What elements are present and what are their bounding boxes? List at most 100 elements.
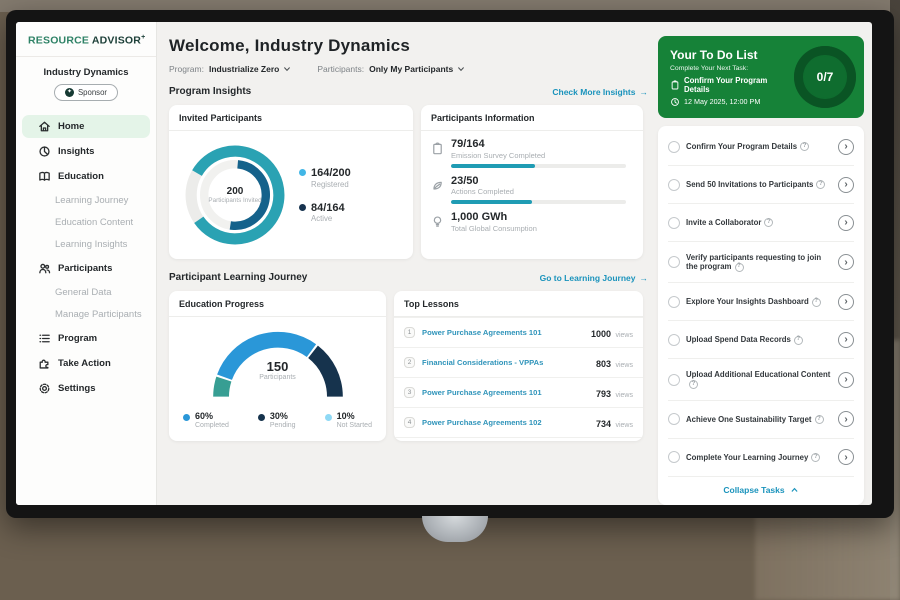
sidebar-item-education[interactable]: Education — [22, 165, 150, 188]
task-label: Upload Additional Educational Content — [686, 370, 830, 379]
task-row-complete-learning-journey: Complete Your Learning Journey? › — [668, 439, 854, 477]
task-checkbox[interactable] — [668, 451, 680, 463]
task-open-button[interactable]: › — [838, 215, 854, 231]
stat-label: Actions Completed — [451, 187, 626, 196]
pending-pct: 30% — [270, 412, 296, 422]
task-info-icon[interactable]: ? — [689, 380, 698, 389]
lesson-rank: 1 — [404, 327, 415, 338]
task-info-icon[interactable]: ? — [794, 336, 803, 345]
task-info-icon[interactable]: ? — [811, 453, 820, 462]
task-open-button[interactable]: › — [838, 177, 854, 193]
task-info-icon[interactable]: ? — [816, 180, 825, 189]
stat-value: 79/164 — [451, 138, 626, 151]
task-open-button[interactable]: › — [838, 411, 854, 427]
task-info-icon[interactable]: ? — [815, 415, 824, 424]
task-checkbox[interactable] — [668, 374, 680, 386]
active-value: 84/164 — [311, 202, 345, 214]
task-checkbox[interactable] — [668, 141, 680, 153]
logo-part-resource: RESOURCE — [28, 35, 89, 47]
task-checkbox[interactable] — [668, 256, 680, 268]
todo-summary-card: Your To Do List Complete Your Next Task:… — [658, 36, 864, 118]
task-row-invite-collaborator: Invite a Collaborator? › — [668, 204, 854, 242]
gauge-center-label: Participants — [203, 374, 353, 381]
task-open-button[interactable]: › — [838, 449, 854, 465]
sidebar-item-take-action[interactable]: Take Action — [22, 352, 150, 375]
task-checkbox[interactable] — [668, 217, 680, 229]
task-label: Explore Your Insights Dashboard — [686, 297, 809, 306]
task-open-button[interactable]: › — [838, 254, 854, 270]
lesson-views-suffix: views — [615, 422, 633, 429]
collapse-tasks-link[interactable]: Collapse Tasks — [668, 477, 854, 499]
task-row-send-invitations: Send 50 Invitations to Participants? › — [668, 166, 854, 204]
sidebar-item-home[interactable]: Home — [22, 115, 150, 138]
insights-icon — [38, 145, 51, 158]
lesson-row: 2 Financial Considerations - VPPAs 803 v… — [394, 347, 643, 377]
lesson-title-link[interactable]: Power Purchase Agreements 101 — [422, 388, 589, 397]
todo-subtitle: Complete Your Next Task: — [670, 65, 790, 72]
main-content: Welcome, Industry Dynamics Program: Indu… — [157, 22, 658, 505]
lesson-row: 4 Power Purchase Agreements 102 734 view… — [394, 407, 643, 437]
arrow-right-icon: → — [640, 87, 649, 97]
lesson-views-suffix: views — [615, 362, 633, 369]
card-title: Invited Participants — [169, 105, 413, 131]
task-info-icon[interactable]: ? — [800, 142, 809, 151]
dashboard-screen: RESOURCE ADVISOR+ Industry Dynamics ✦ Sp… — [16, 22, 872, 505]
lesson-title-link[interactable]: Financial Considerations - VPPAs — [422, 358, 589, 367]
task-open-button[interactable]: › — [838, 332, 854, 348]
monitor-stand — [422, 516, 488, 542]
chevron-up-icon — [790, 487, 799, 493]
check-more-insights-link[interactable]: Check More Insights → — [552, 87, 648, 97]
sidebar-item-manage-participants[interactable]: Manage Participants — [22, 304, 150, 325]
sidebar-item-participants[interactable]: Participants — [22, 257, 150, 280]
chevron-down-icon — [283, 66, 291, 72]
task-open-button[interactable]: › — [838, 372, 854, 388]
survey-icon — [431, 142, 444, 155]
task-checkbox[interactable] — [668, 296, 680, 308]
sidebar-item-settings[interactable]: Settings — [22, 377, 150, 400]
task-row-upload-educational-content: Upload Additional Educational Content? › — [668, 359, 854, 400]
donut-center-label: Participants Invited — [208, 197, 261, 205]
sidebar-menu: Home Insights Education Learning Journey… — [16, 111, 156, 400]
lesson-title-link[interactable]: Power Purchase Agreements 101 — [422, 328, 584, 337]
list-icon — [38, 332, 51, 345]
sidebar-item-insights[interactable]: Insights — [22, 140, 150, 163]
participants-dropdown[interactable]: Only My Participants — [369, 64, 465, 74]
sidebar-item-education-content[interactable]: Education Content — [22, 212, 150, 233]
lesson-title-link[interactable]: Power Purchase Agreements 102 — [422, 418, 589, 427]
task-open-button[interactable]: › — [838, 294, 854, 310]
task-label: Achieve One Sustainability Target — [686, 415, 812, 424]
lesson-rank: 2 — [404, 357, 415, 368]
sidebar-item-learning-journey[interactable]: Learning Journey — [22, 190, 150, 211]
todo-progress-count: 0/7 — [817, 70, 834, 84]
sidebar-item-label: Learning Insights — [55, 239, 127, 250]
sponsor-badge[interactable]: ✦ Sponsor — [54, 84, 118, 101]
task-checkbox[interactable] — [668, 413, 680, 425]
go-to-learning-journey-link[interactable]: Go to Learning Journey → — [540, 273, 648, 283]
sidebar-item-program[interactable]: Program — [22, 327, 150, 350]
sidebar-item-learning-insights[interactable]: Learning Insights — [22, 234, 150, 255]
sidebar: RESOURCE ADVISOR+ Industry Dynamics ✦ Sp… — [16, 22, 157, 505]
puzzle-icon — [38, 357, 51, 370]
task-label: Confirm Your Program Details — [686, 142, 797, 151]
task-info-icon[interactable]: ? — [812, 298, 821, 307]
completed-label: Completed — [195, 422, 229, 429]
lesson-views-suffix: views — [615, 332, 633, 339]
gear-icon — [38, 382, 51, 395]
task-checkbox[interactable] — [668, 334, 680, 346]
sidebar-item-label: Take Action — [58, 358, 111, 369]
task-info-icon[interactable]: ? — [735, 263, 744, 272]
lesson-views-suffix: views — [615, 392, 633, 399]
task-open-button[interactable]: › — [838, 139, 854, 155]
task-row-upload-spend-data: Upload Spend Data Records? › — [668, 321, 854, 359]
task-info-icon[interactable]: ? — [764, 218, 773, 227]
sidebar-item-general-data[interactable]: General Data — [22, 282, 150, 303]
sidebar-item-label: General Data — [55, 287, 112, 298]
logo-plus: + — [141, 34, 145, 41]
program-dropdown[interactable]: Industrialize Zero — [209, 64, 291, 74]
participants-filter: Participants: Only My Participants — [317, 64, 465, 74]
registered-label: Registered — [311, 180, 351, 189]
todo-column: Your To Do List Complete Your Next Task:… — [658, 22, 872, 505]
task-checkbox[interactable] — [668, 179, 680, 191]
registered-value: 164/200 — [311, 167, 351, 179]
legend-registered: 164/200 Registered — [299, 167, 351, 188]
